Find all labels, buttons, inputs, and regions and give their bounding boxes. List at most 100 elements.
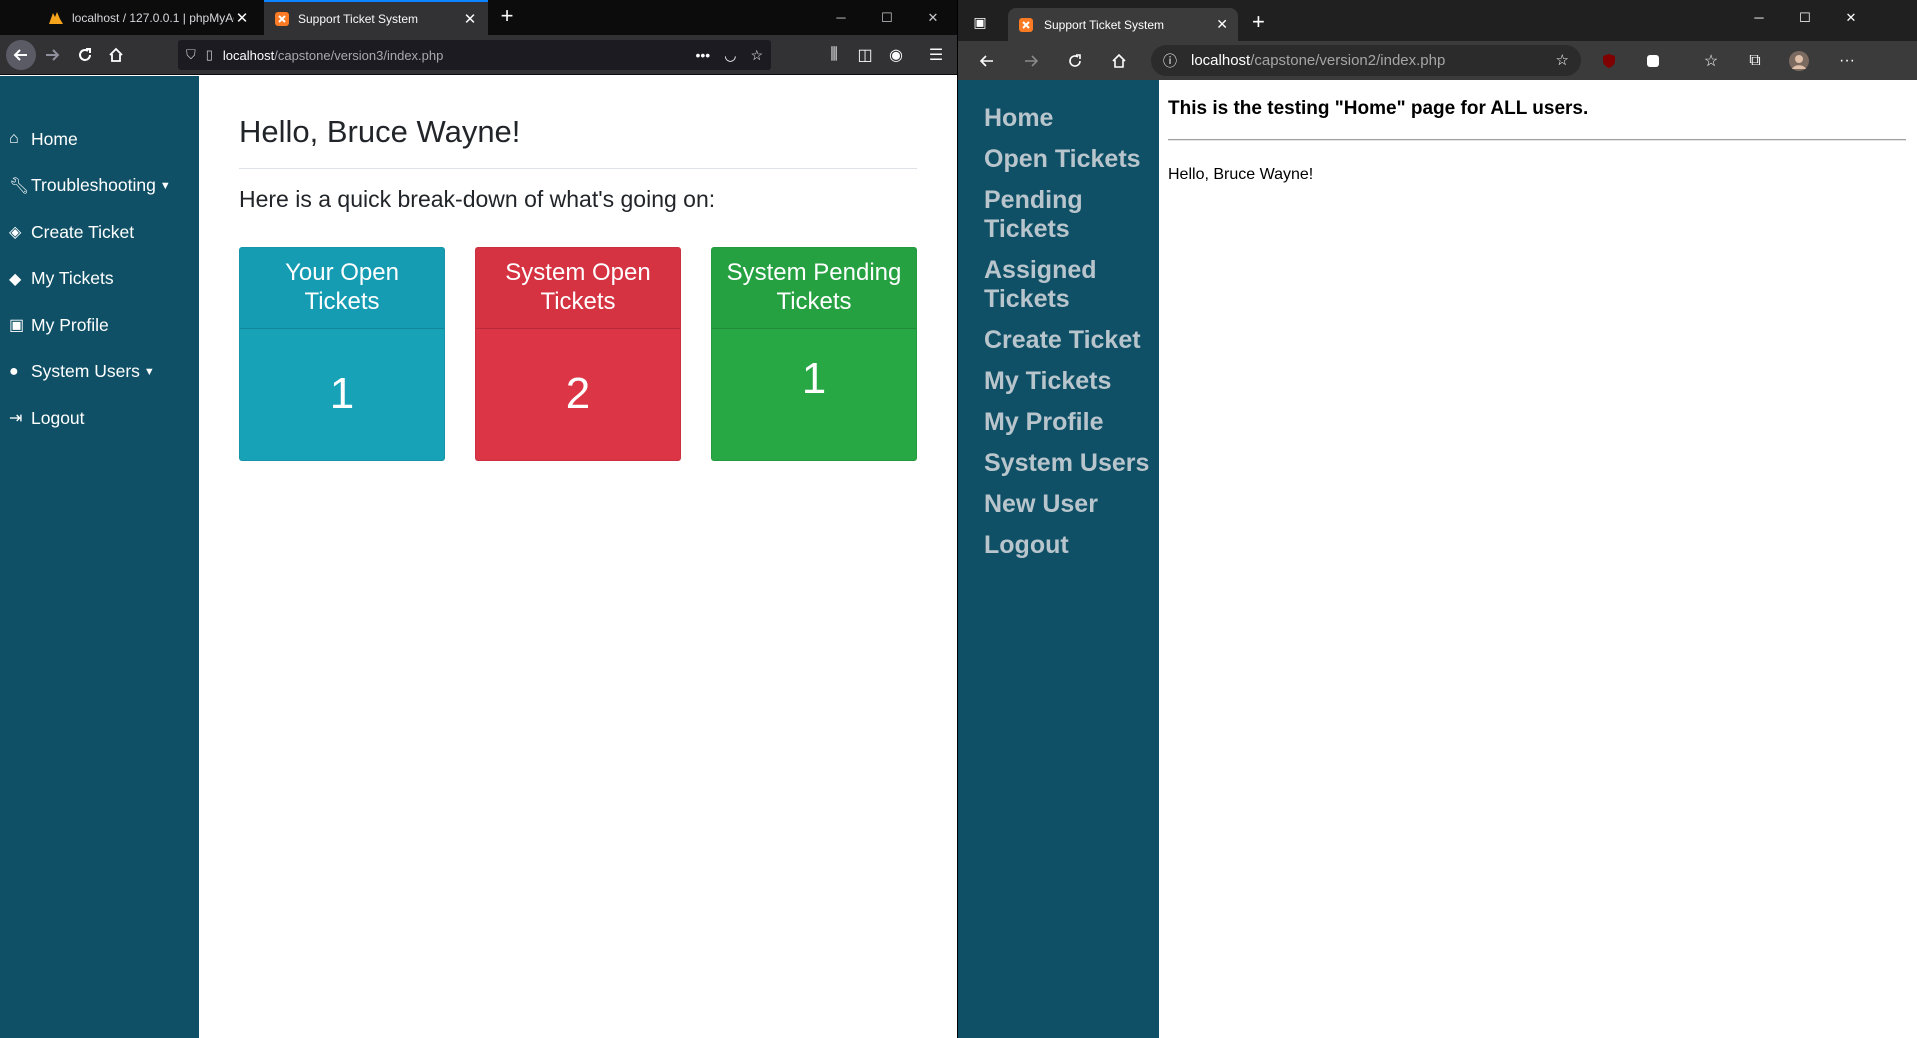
tab-support-ticket-system[interactable]: Support Ticket System ✕: [264, 0, 488, 35]
address-bar[interactable]: ⓘ localhost/capstone/version2/index.php …: [1151, 45, 1581, 76]
system-open-tickets-card[interactable]: System Open Tickets 2: [475, 247, 681, 461]
pocket-icon[interactable]: ◡: [724, 47, 736, 64]
caret-down-icon: ▼: [159, 179, 171, 192]
sidebar-nav: Home Open Tickets Pending Tickets Assign…: [958, 80, 1159, 560]
navigation-toolbar: ⛉ ▯ localhost/capstone/version3/index.ph…: [0, 35, 957, 75]
sidebar-item-my-tickets[interactable]: ◆ My Tickets: [0, 256, 199, 303]
back-button[interactable]: [6, 40, 36, 70]
close-window-icon[interactable]: ✕: [910, 0, 956, 35]
maximize-icon[interactable]: ☐: [1782, 0, 1828, 35]
xampp-icon: [1018, 17, 1034, 33]
avatar[interactable]: [1786, 48, 1812, 74]
tab-actions-icon[interactable]: ▣: [970, 12, 990, 32]
sign-out-icon: ⇥: [9, 410, 23, 428]
menu-icon[interactable]: ☰: [924, 43, 948, 67]
close-tab-icon[interactable]: ✕: [462, 10, 478, 28]
ticket-icon: ◈: [9, 224, 22, 242]
home-icon: [109, 47, 123, 62]
sidebar: ⌂ Home 🔧︎ Troubleshooting ▼ ◈ Create Tic…: [0, 76, 199, 1038]
wrench-icon: 🔧︎: [9, 177, 30, 195]
home-button[interactable]: [1106, 48, 1132, 74]
close-tab-icon[interactable]: ✕: [234, 9, 250, 27]
card-title: System Pending Tickets: [712, 248, 916, 329]
minimize-icon[interactable]: ─: [818, 0, 864, 35]
tab-phpmyadmin[interactable]: localhost / 127.0.0.1 | phpMyAdmin ✕: [38, 0, 260, 35]
sidebar: Home Open Tickets Pending Tickets Assign…: [958, 80, 1159, 1038]
close-tab-icon[interactable]: ✕: [1216, 16, 1228, 33]
sidebar-item-my-tickets[interactable]: My Tickets: [984, 367, 1156, 396]
caret-down-icon: ▼: [143, 365, 155, 378]
tags-icon: ◆: [9, 270, 22, 288]
divider: [1168, 139, 1906, 141]
divider: [239, 168, 917, 169]
home-button[interactable]: [104, 43, 128, 67]
new-tab-button[interactable]: +: [495, 4, 519, 30]
favorites-icon[interactable]: ☆: [1698, 48, 1724, 74]
sidebar-nav: ⌂ Home 🔧︎ Troubleshooting ▼ ◈ Create Tic…: [0, 76, 199, 442]
sidebar-icon[interactable]: ◫: [853, 43, 877, 67]
tab-title: Support Ticket System: [1044, 17, 1165, 32]
url-path: /capstone/version2/index.php: [1250, 52, 1446, 69]
extension-icon[interactable]: [1640, 48, 1666, 74]
sidebar-item-my-profile[interactable]: ▣ My Profile: [0, 302, 199, 349]
tab-strip: localhost / 127.0.0.1 | phpMyAdmin ✕ Sup…: [0, 0, 957, 35]
sidebar-item-home[interactable]: Home: [984, 104, 1156, 133]
sidebar-item-new-user[interactable]: New User: [984, 490, 1156, 519]
close-window-icon[interactable]: ✕: [1828, 0, 1874, 35]
sidebar-item-create-ticket[interactable]: ◈ Create Ticket: [0, 209, 199, 256]
address-bar[interactable]: ⛉ ▯ localhost/capstone/version3/index.ph…: [178, 40, 771, 70]
collections-icon[interactable]: ⧉: [1742, 48, 1768, 74]
new-tab-button[interactable]: +: [1252, 10, 1265, 34]
sidebar-item-label: System Users: [31, 361, 140, 382]
card-count: 1: [329, 368, 355, 418]
reload-button[interactable]: [1062, 48, 1088, 74]
sidebar-item-system-users[interactable]: ● System Users ▼: [0, 349, 199, 396]
minimize-icon[interactable]: ─: [1736, 0, 1782, 35]
sidebar-item-label: My Tickets: [31, 268, 114, 289]
ublock-icon[interactable]: [1596, 48, 1622, 74]
tab-support-ticket-system[interactable]: Support Ticket System ✕: [1008, 8, 1238, 41]
url-path: /capstone/version3/index.php: [274, 47, 444, 63]
sidebar-item-open-tickets[interactable]: Open Tickets: [984, 145, 1156, 174]
url-actions: ••• ◡ ☆: [696, 40, 764, 70]
card-count: 2: [565, 368, 591, 418]
back-arrow-icon: [13, 49, 27, 61]
page-icon: ▯: [205, 47, 213, 62]
url-host: localhost: [1191, 52, 1251, 69]
reload-button[interactable]: [73, 43, 97, 67]
card-title: Your Open Tickets: [240, 248, 444, 329]
add-favorite-icon[interactable]: ☆: [1556, 51, 1569, 69]
sidebar-item-create-ticket[interactable]: Create Ticket: [984, 326, 1156, 355]
page-actions-icon[interactable]: •••: [696, 47, 711, 63]
sidebar-item-home[interactable]: ⌂ Home: [0, 116, 199, 163]
forward-button[interactable]: [40, 43, 64, 67]
sidebar-item-label: Home: [31, 128, 78, 149]
sidebar-item-system-users[interactable]: System Users: [984, 449, 1156, 478]
page-subtitle: Here is a quick break-down of what's goi…: [239, 186, 716, 212]
sidebar-item-logout[interactable]: Logout: [984, 531, 1156, 560]
back-button[interactable]: [974, 48, 1000, 74]
sidebar-item-my-profile[interactable]: My Profile: [984, 408, 1156, 437]
card-title: System Open Tickets: [476, 248, 680, 329]
id-card-icon: ▣: [9, 317, 25, 335]
tab-title: localhost / 127.0.0.1 | phpMyAdmin: [72, 10, 234, 25]
more-menu-icon[interactable]: ···: [1834, 48, 1860, 74]
xampp-icon: [274, 11, 290, 27]
shield-icon[interactable]: ⛉: [186, 47, 196, 63]
bookmark-star-icon[interactable]: ☆: [750, 47, 763, 64]
sidebar-item-label: My Profile: [31, 314, 109, 335]
home-icon: ⌂: [9, 130, 19, 148]
reload-icon: [1069, 54, 1081, 67]
forward-button[interactable]: [1018, 48, 1044, 74]
sidebar-item-assigned-tickets[interactable]: Assigned Tickets: [984, 256, 1156, 314]
account-icon[interactable]: ◉: [884, 43, 908, 67]
sidebar-item-logout[interactable]: ⇥ Logout: [0, 395, 199, 442]
your-open-tickets-card[interactable]: Your Open Tickets 1: [239, 247, 445, 461]
sidebar-item-pending-tickets[interactable]: Pending Tickets: [984, 186, 1156, 244]
maximize-icon[interactable]: ☐: [864, 0, 910, 35]
info-icon[interactable]: ⓘ: [1163, 51, 1177, 71]
sidebar-item-troubleshooting[interactable]: 🔧︎ Troubleshooting ▼: [0, 163, 199, 210]
library-icon[interactable]: ⫼: [822, 43, 846, 67]
phpmyadmin-icon: [48, 10, 64, 26]
system-pending-tickets-card[interactable]: System Pending Tickets 1: [711, 247, 917, 461]
